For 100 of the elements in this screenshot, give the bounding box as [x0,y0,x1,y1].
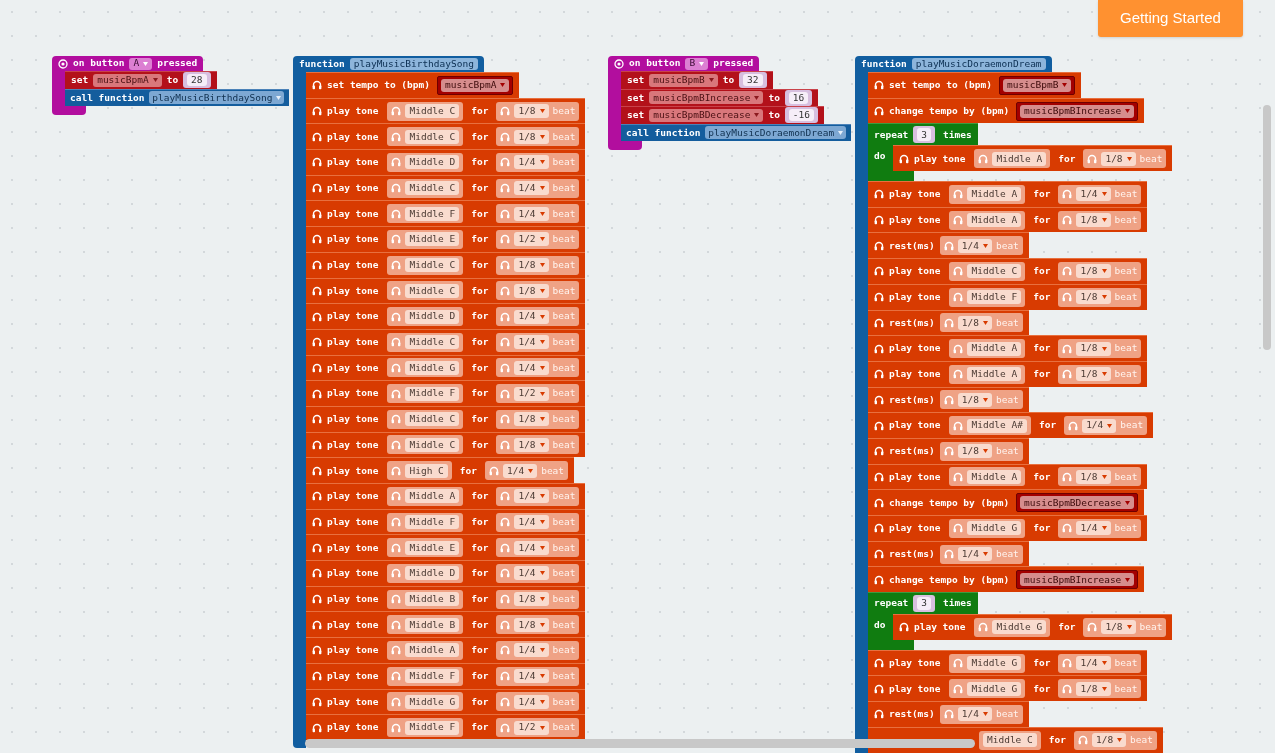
set-variable-block[interactable]: set musicBpmB to 32 [621,71,773,89]
note-field[interactable]: Middle G [405,694,460,709]
play-tone-block[interactable]: play tone Middle F for 1/8 beat [868,283,1148,310]
beat-dropdown[interactable]: 1/8 [957,392,992,407]
beat-dropdown[interactable]: 1/4 [957,547,992,562]
event-block[interactable]: on button B pressed [608,56,760,71]
play-tone-block[interactable]: play tone Middle A for 1/8 beat [868,463,1148,490]
beat-dropdown[interactable]: 1/8 [514,258,549,273]
beat-dropdown[interactable]: 1/4 [514,540,549,555]
beat-dropdown[interactable]: 1/8 [1091,733,1127,748]
play-tone-block[interactable]: play tone Middle E for 1/4 beat [306,534,586,561]
play-tone-block[interactable]: play tone Middle A for 1/8 beat [868,335,1148,361]
play-tone-block[interactable]: play tone Middle C for 1/8 beat [868,258,1148,284]
number-field[interactable]: 3 [917,597,932,611]
note-field[interactable]: Middle C [405,283,460,298]
play-tone-block[interactable]: play tone Middle C for 1/8 beat [306,405,586,432]
number-field[interactable]: 28 [187,74,207,87]
beat-dropdown[interactable]: 1/4 [1076,187,1111,202]
play-tone-block[interactable]: play tone Middle G for 1/8 beat [868,675,1148,702]
play-tone-block[interactable]: play tone Middle F for 1/4 beat [306,508,586,535]
number-field[interactable]: 3 [917,128,932,142]
note-field[interactable]: Middle C [405,258,460,273]
beat-dropdown[interactable]: 1/8 [514,437,549,452]
play-tone-block[interactable]: play tone Middle F for 1/2 beat [306,714,586,740]
note-field[interactable]: Middle A [992,151,1047,166]
note-field[interactable]: Middle C [983,733,1037,748]
note-field[interactable]: Middle B [405,592,460,607]
note-field[interactable]: Middle C [967,264,1022,279]
play-tone-block[interactable]: play tone Middle G for 1/4 beat [868,649,1148,676]
play-tone-block[interactable]: play tone Middle A# for 1/4 beat [868,412,1154,438]
beat-dropdown[interactable]: 1/4 [514,566,549,581]
beat-dropdown[interactable]: 1/8 [1076,341,1111,356]
note-field[interactable]: Middle D [405,155,460,170]
beat-dropdown[interactable]: 1/4 [1076,521,1111,536]
note-field[interactable]: Middle C [405,104,460,119]
beat-dropdown[interactable]: 1/4 [514,694,549,709]
beat-dropdown[interactable]: 1/8 [1076,264,1111,279]
note-field[interactable]: Middle C [405,181,460,196]
play-tone-block[interactable]: play tone Middle G for 1/4 beat [868,515,1148,541]
rest-block[interactable]: rest(ms) 1/4 beat [868,232,1029,259]
set-variable-block[interactable]: set musicBpmBIncrease to 16 [621,88,819,106]
play-tone-block[interactable]: play tone Middle C for 1/8 beat [306,277,586,304]
note-field[interactable]: Middle A [967,367,1022,382]
button-dropdown[interactable]: B [685,57,709,70]
play-tone-block[interactable]: play tone Middle D for 1/4 beat [306,303,586,329]
beat-dropdown[interactable]: 1/2 [514,720,549,735]
beat-dropdown[interactable]: 1/8 [1076,290,1111,305]
play-tone-block[interactable]: play tone Middle A for 1/4 beat [306,637,586,663]
note-field[interactable]: Middle A [967,341,1022,356]
beat-dropdown[interactable]: 1/4 [514,515,549,530]
beat-dropdown[interactable]: 1/8 [957,315,992,330]
rest-block[interactable]: rest(ms) 1/4 beat [868,701,1029,727]
note-field[interactable]: Middle A [967,213,1022,228]
beat-dropdown[interactable]: 1/4 [514,360,549,375]
tempo-block[interactable]: set tempo to (bpm) musicBpmA [306,72,520,98]
tempo-block[interactable]: change tempo by (bpm) musicBpmBIncrease [868,566,1145,593]
play-tone-block[interactable]: play tone Middle B for 1/8 beat [306,585,586,612]
play-tone-block[interactable]: play tone Middle A for 1/8 beat [868,206,1148,233]
rest-block[interactable]: rest(ms) 1/4 beat [868,540,1029,567]
rest-block[interactable]: rest(ms) 1/8 beat [868,437,1029,464]
note-field[interactable]: Middle D [405,309,460,324]
play-tone-block[interactable]: play tone Middle D for 1/4 beat [306,560,586,586]
play-tone-block[interactable]: play tone Middle C for 1/8 beat [306,123,586,150]
play-tone-block[interactable]: play tone Middle B for 1/8 beat [306,611,586,638]
function-header[interactable]: function playMusicDoraemonDream [855,56,1052,72]
function-dropdown[interactable]: playMusicBirthdaySong [149,91,285,105]
note-field[interactable]: Middle E [405,232,460,247]
play-tone-block[interactable]: play tone Middle G for 1/8 beat [893,614,1173,640]
beat-dropdown[interactable]: 1/4 [957,707,992,722]
note-field[interactable]: Middle F [405,720,460,735]
play-tone-block[interactable]: play tone Middle A for 1/4 beat [868,181,1148,207]
note-field[interactable]: Middle F [405,515,460,530]
beat-dropdown[interactable]: 1/4 [1076,656,1111,671]
beat-dropdown[interactable]: 1/4 [514,155,549,170]
beat-dropdown[interactable]: 1/8 [514,104,549,119]
play-tone-block[interactable]: play tone Middle C for 1/4 beat [306,174,586,201]
play-tone-block[interactable]: play tone Middle F for 1/4 beat [306,200,586,227]
event-block[interactable]: on button A pressed [52,56,204,71]
note-field[interactable]: Middle C [405,335,460,350]
beat-dropdown[interactable]: 1/4 [514,669,549,684]
beat-dropdown[interactable]: 1/4 [957,238,992,253]
repeat-block[interactable]: repeat 3 times [868,123,978,146]
variable-dropdown[interactable]: musicBpmA [440,78,510,92]
beat-dropdown[interactable]: 1/4 [514,181,549,196]
play-tone-block[interactable]: play tone Middle E for 1/2 beat [306,226,586,252]
play-tone-block[interactable]: play tone Middle A for 1/8 beat [893,145,1173,172]
note-field[interactable]: Middle A [967,187,1022,202]
play-tone-block[interactable]: play tone High C for 1/4 beat [306,457,575,483]
note-field[interactable]: Middle G [967,656,1022,671]
number-field[interactable]: 32 [743,74,763,87]
beat-dropdown[interactable]: 1/8 [514,283,549,298]
note-field[interactable]: Middle G [967,521,1022,536]
rest-block[interactable]: rest(ms) 1/8 beat [868,386,1029,413]
call-function-block[interactable]: call function playMusicBirthdaySong [65,88,290,106]
note-field[interactable]: Middle G [405,360,460,375]
beat-dropdown[interactable]: 1/8 [1076,681,1111,696]
beat-dropdown[interactable]: 1/8 [1076,469,1111,484]
beat-dropdown[interactable]: 1/4 [1082,418,1117,433]
beat-dropdown[interactable]: 1/4 [514,489,549,504]
beat-dropdown[interactable]: 1/2 [514,232,549,247]
